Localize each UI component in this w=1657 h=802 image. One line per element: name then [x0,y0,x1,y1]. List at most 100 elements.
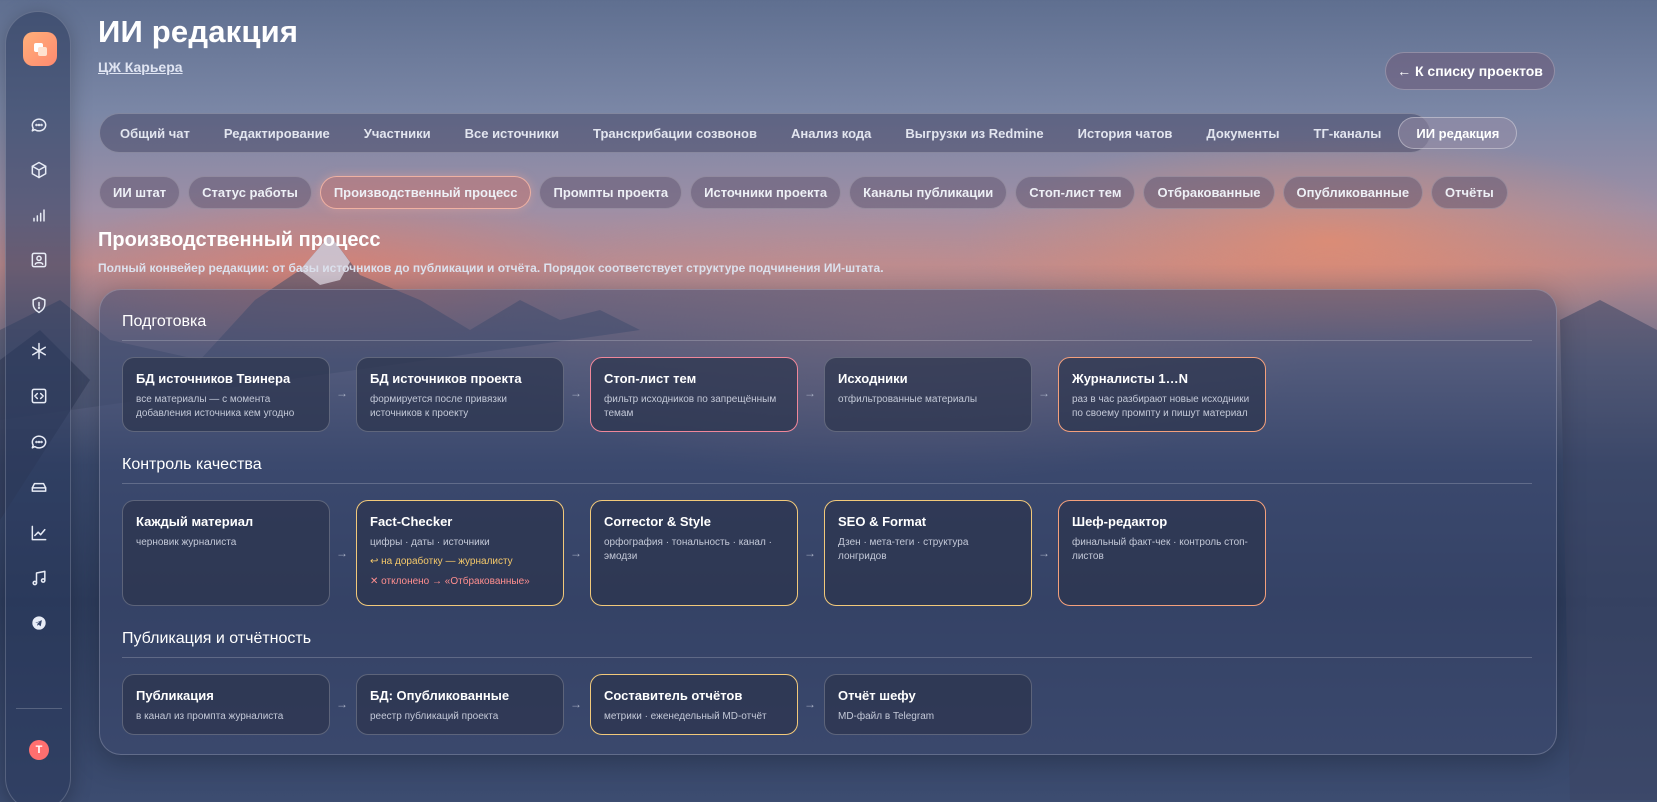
code-icon[interactable] [27,384,51,408]
tab-redmine-exports[interactable]: Выгрузки из Redmine [888,117,1060,149]
card-description: MD-файл в Telegram [838,711,935,722]
flow-arrow: → [804,546,816,560]
tab-call-transcriptions[interactable]: Транскрибации созвонов [576,117,774,149]
chat-dots-icon[interactable] [27,430,51,454]
subtab-published[interactable]: Опубликованные [1282,176,1424,209]
tab-editing[interactable]: Редактирование [207,117,347,149]
pipeline-card: Fact-Checker цифры · даты · источники ↩ … [356,500,564,606]
pipeline-card: Журналисты 1…N раз в час разбирают новые… [1058,357,1266,432]
main-tab-bar: Общий чат Редактирование Участники Все и… [99,113,1518,153]
card-title: БД источников Твинера [136,371,291,386]
card-title: БД источников проекта [370,371,522,386]
pipeline-card: Исходники отфильтрованные материалы [824,357,1032,432]
subtab-work-status[interactable]: Статус работы [188,176,312,209]
avatar[interactable]: T [29,740,49,760]
tab-code-analysis[interactable]: Анализ кода [774,117,888,149]
card-title: Каждый материал [136,514,254,529]
flow-arrow: → [336,546,348,560]
rework-note: ↩ на доработку — журналисту [370,556,513,567]
pipeline-card: БД: Опубликованные реестр публикаций про… [356,674,564,735]
subtab-topic-stoplist[interactable]: Стоп-лист тем [1015,176,1136,209]
subtab-project-sources[interactable]: Источники проекта [690,176,842,209]
card-description: все материалы — с момента добавления ист… [136,394,295,419]
card-description: финальный факт-чек · контроль стоп-листо… [1072,537,1248,562]
section-divider [122,483,1532,484]
trend-chart-icon[interactable] [27,521,51,545]
card-description: метрики · еженедельный MD-отчёт [604,711,767,722]
card-description: фильтр исходников по запрещённым темам [604,394,777,419]
card-title: SEO & Format [838,514,927,529]
flow-arrow: → [336,386,348,400]
section-title-quality-control: Контроль качества [122,456,262,473]
subtab-production-process[interactable]: Производственный процесс [319,176,532,209]
pipeline-card: Отчёт шефу MD-файл в Telegram [824,674,1032,735]
card-title: Шеф-редактор [1072,514,1168,529]
signal-bars-icon[interactable] [27,203,51,227]
card-description: орфография · тональность · канал · эмодз… [604,537,772,562]
card-description: Дзен · мета-теги · структура лонгридов [838,537,969,562]
tab-documents[interactable]: Документы [1189,117,1296,149]
subtab-ai-staff[interactable]: ИИ штат [99,176,181,209]
subtab-rejected[interactable]: Отбракованные [1143,176,1275,209]
card-title: Отчёт шефу [838,688,916,703]
card-title: Журналисты 1…N [1072,371,1189,386]
sidebar-divider [16,708,62,709]
pipeline-card: Шеф-редактор финальный факт-чек · контро… [1058,500,1266,606]
shield-icon[interactable] [27,293,51,317]
flow-arrow: → [570,697,582,711]
page-title: ИИ редакция [98,14,299,49]
flow-arrow: → [804,386,816,400]
music-note-icon[interactable] [27,566,51,590]
card-description: черновик журналиста [136,537,237,548]
pipeline-card: Составитель отчётов метрики · еженедельн… [590,674,798,735]
card-description: реестр публикаций проекта [370,711,499,722]
cube-icon[interactable] [27,158,51,182]
section-heading: Производственный процесс [98,229,381,251]
card-title: Публикация [136,688,214,703]
drive-icon[interactable] [27,475,51,499]
app-logo[interactable] [23,32,57,66]
section-divider [122,657,1532,658]
subtab-publication-channels[interactable]: Каналы публикации [849,176,1008,209]
pipeline-card: БД источников проекта формируется после … [356,357,564,432]
section-title-preparation: Подготовка [122,313,207,330]
subtab-project-prompts[interactable]: Промпты проекта [539,176,683,209]
subtab-reports[interactable]: Отчёты [1431,176,1508,209]
pipeline-card: SEO & Format Дзен · мета-теги · структур… [824,500,1032,606]
flow-arrow: → [804,697,816,711]
flow-arrow: → [1038,386,1050,400]
flow-arrow: → [570,546,582,560]
card-title: Corrector & Style [604,514,711,529]
tab-tg-channels[interactable]: ТГ-каналы [1297,117,1399,149]
section-description: Полный конвейер редакции: от базы источн… [98,261,884,275]
chat-icon[interactable] [27,113,51,137]
tab-participants[interactable]: Участники [347,117,448,149]
section-divider [122,340,1532,341]
tab-all-sources[interactable]: Все источники [448,117,576,149]
card-description: отфильтрованные материалы [838,394,978,405]
card-title: БД: Опубликованные [370,688,510,703]
flow-arrow: → [336,697,348,711]
card-title: Стоп-лист тем [604,371,697,386]
tab-ai-editorial[interactable]: ИИ редакция [1398,117,1518,149]
sidebar: T [5,11,71,802]
pipeline-card: БД источников Твинера все материалы — с … [122,357,330,432]
flow-arrow: → [570,386,582,400]
card-description: раз в час разбирают новые исходники по с… [1072,394,1250,419]
tab-general-chat[interactable]: Общий чат [103,117,207,149]
telegram-icon[interactable] [27,611,51,635]
tab-chat-history[interactable]: История чатов [1061,117,1190,149]
pipeline-card: Каждый материал черновик журналиста [122,500,330,606]
contact-card-icon[interactable] [27,248,51,272]
flow-arrow: → [1038,546,1050,560]
back-to-projects-button[interactable]: ← К списку проектов [1385,52,1555,90]
asterisk-icon[interactable] [27,339,51,363]
card-description: цифры · даты · источники [370,537,490,548]
card-description: в канал из промпта журналиста [136,711,284,722]
card-description: формируется после привязки источников к … [370,394,507,419]
pipeline-card: Стоп-лист тем фильтр исходников по запре… [590,357,798,432]
card-title: Составитель отчётов [604,688,743,703]
card-title: Исходники [838,371,908,386]
pipeline-card: Публикация в канал из промпта журналиста [122,674,330,735]
breadcrumb-link[interactable]: ЦЖ Карьера [98,59,183,75]
